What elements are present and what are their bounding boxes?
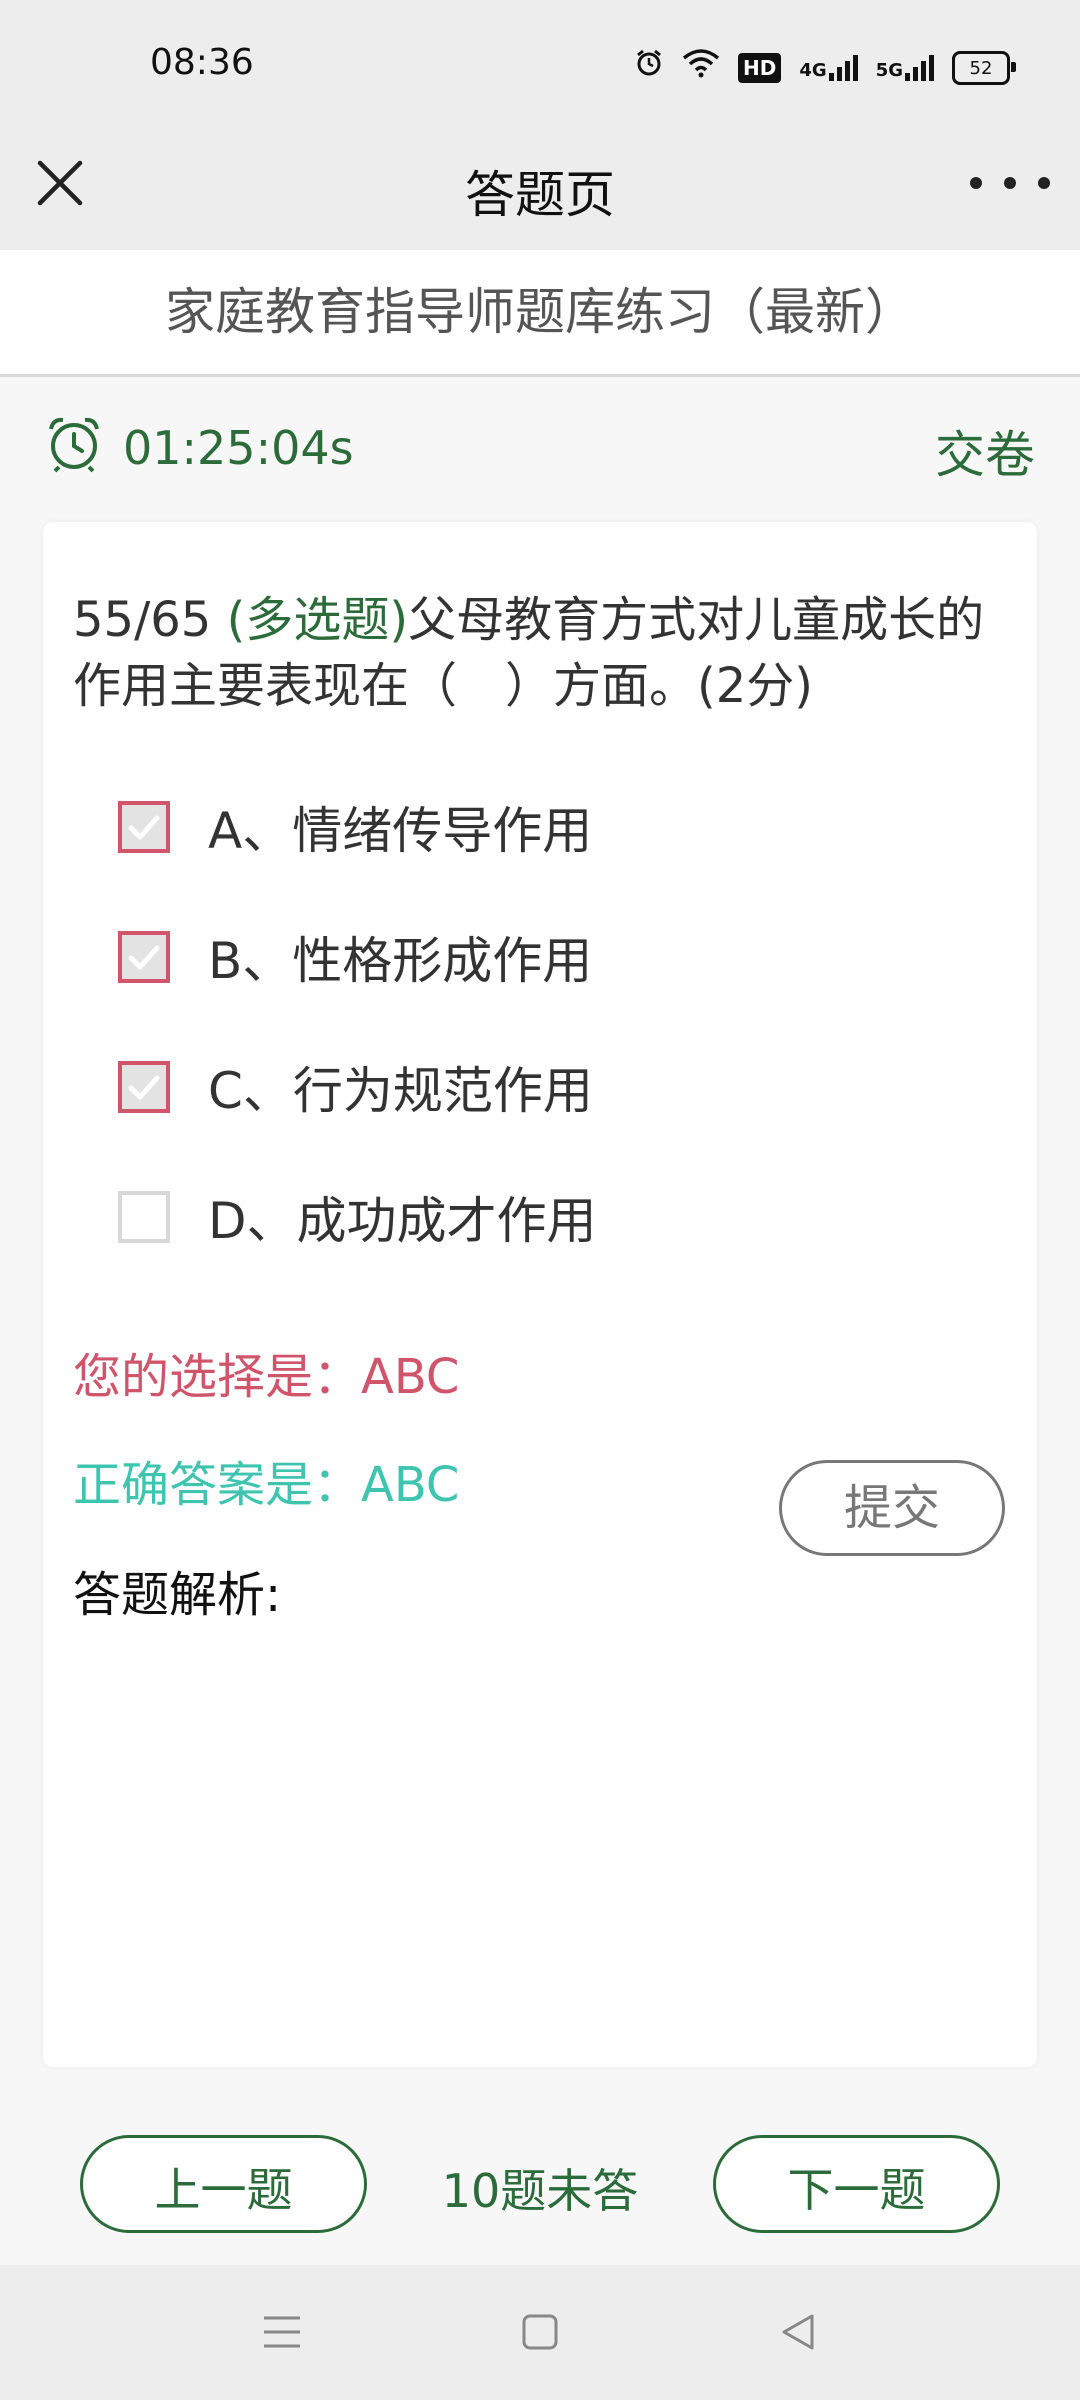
next-question-button[interactable]: 下一题 bbox=[713, 2135, 1000, 2233]
content-area: 家庭教育指导师题库练习（最新） 01:25:04s 交卷 55/65 (多选题)… bbox=[0, 250, 1080, 2265]
option-label: B、性格形成作用 bbox=[208, 932, 593, 990]
checkmark-icon bbox=[128, 1075, 160, 1100]
alarm-icon bbox=[634, 48, 664, 89]
checkbox-b[interactable] bbox=[118, 931, 170, 983]
title-bar: 答题页 bbox=[0, 130, 1080, 250]
signal-5g-icon: 5G bbox=[876, 55, 934, 81]
network-label-4g: 4G bbox=[799, 60, 827, 81]
quiz-title: 家庭教育指导师题库练习（最新） bbox=[165, 283, 915, 341]
correct-answer: 正确答案是：ABC bbox=[73, 1457, 460, 1513]
option-b[interactable]: B、性格形成作用 bbox=[118, 892, 597, 1022]
option-label: A、情绪传导作用 bbox=[208, 802, 593, 860]
alarm-clock-icon bbox=[45, 415, 103, 473]
back-icon[interactable] bbox=[776, 2310, 820, 2354]
checkbox-d[interactable] bbox=[118, 1191, 170, 1243]
status-bar: 08:36 HD 4G 5G 52 bbox=[0, 0, 1080, 130]
option-a[interactable]: A、情绪传导作用 bbox=[118, 762, 597, 892]
system-nav-bar bbox=[0, 2265, 1080, 2400]
battery-icon: 52 bbox=[952, 51, 1016, 85]
your-choice: 您的选择是：ABC bbox=[73, 1349, 460, 1405]
checkbox-c[interactable] bbox=[118, 1061, 170, 1113]
options-list: A、情绪传导作用 B、性格形成作用 C、行为规范作用 D、成功成才作用 bbox=[118, 762, 597, 1282]
status-time: 08:36 bbox=[150, 42, 254, 83]
analysis-label: 答题解析: bbox=[73, 1567, 282, 1623]
status-icons: HD 4G 5G 52 bbox=[634, 48, 1016, 89]
option-c[interactable]: C、行为规范作用 bbox=[118, 1022, 597, 1152]
submit-paper-button[interactable]: 交卷 bbox=[935, 415, 1035, 487]
checkbox-a[interactable] bbox=[118, 801, 170, 853]
checkmark-icon bbox=[128, 815, 160, 840]
home-icon[interactable] bbox=[518, 2310, 562, 2354]
battery-level: 52 bbox=[969, 57, 993, 79]
bottom-nav: 上一题 10题未答 下一题 bbox=[0, 2115, 1080, 2265]
quiz-title-bar: 家庭教育指导师题库练习（最新） bbox=[0, 250, 1080, 377]
option-d[interactable]: D、成功成才作用 bbox=[118, 1152, 597, 1282]
question-card: 55/65 (多选题)父母教育方式对儿童成长的作用主要表现在（ ）方面。(2分)… bbox=[43, 522, 1037, 2067]
hd-badge: HD bbox=[738, 53, 782, 83]
checkmark-icon bbox=[128, 945, 160, 970]
wifi-icon bbox=[682, 48, 720, 89]
signal-4g-icon: 4G bbox=[799, 55, 858, 81]
page-title: 答题页 bbox=[465, 166, 615, 224]
network-label-5g: 5G bbox=[875, 60, 903, 81]
question-number: 55/65 bbox=[73, 592, 212, 648]
option-label: D、成功成才作用 bbox=[208, 1192, 597, 1250]
timer: 01:25:04s bbox=[123, 421, 354, 475]
option-label: C、行为规范作用 bbox=[208, 1062, 593, 1120]
menu-icon[interactable] bbox=[260, 2310, 304, 2354]
question-text: 55/65 (多选题)父母教育方式对儿童成长的作用主要表现在（ ）方面。(2分) bbox=[73, 587, 1003, 719]
question-type: (多选题) bbox=[226, 592, 409, 648]
timer-row: 01:25:04s 交卷 bbox=[0, 377, 1080, 507]
submit-button[interactable]: 提交 bbox=[779, 1460, 1005, 1556]
more-options-icon[interactable] bbox=[970, 168, 1050, 198]
